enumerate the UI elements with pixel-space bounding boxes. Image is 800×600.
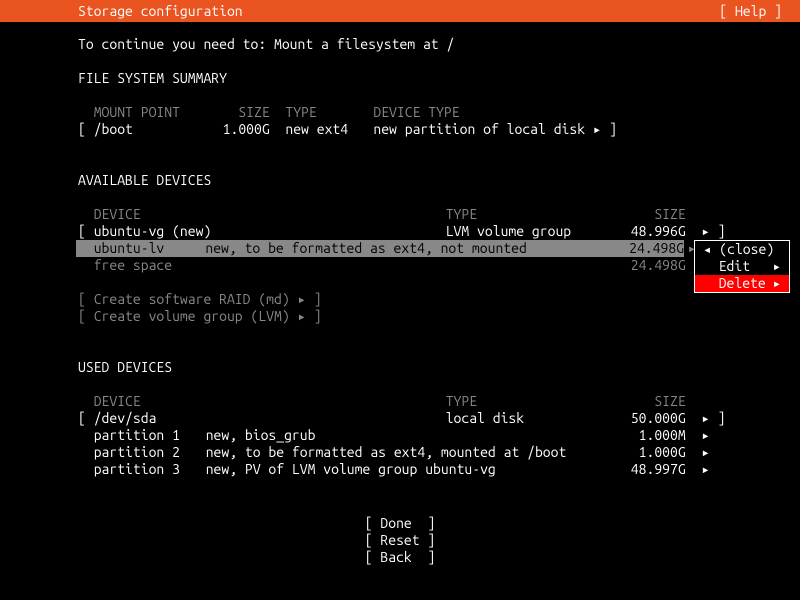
p2-name: partition 2 xyxy=(94,444,206,461)
p1-desc: new, bios_grub xyxy=(206,427,614,444)
context-menu: ◂ (close) Edit▸ Delete▸ xyxy=(694,240,790,293)
used-title: USED DEVICES xyxy=(78,359,800,376)
p3-size: 48.997G xyxy=(614,461,686,478)
partition1-row[interactable]: partition 1new, bios_grub1.000M ▸ xyxy=(78,427,800,444)
right-arrow-icon: ▸ xyxy=(298,308,306,325)
p1-size: 1.000M xyxy=(614,427,686,444)
available-headers: DEVICETYPESIZE xyxy=(78,206,800,223)
used-headers: DEVICETYPESIZE xyxy=(78,393,800,410)
menu-delete[interactable]: Delete▸ xyxy=(695,275,789,292)
p3-name: partition 3 xyxy=(94,461,206,478)
vg-name: ubuntu-vg (new) xyxy=(94,223,446,240)
fs-header-mount: MOUNT POINT xyxy=(94,104,206,121)
partition3-row[interactable]: partition 3new, PV of LVM volume group u… xyxy=(78,461,800,478)
main-content: To continue you need to: Mount a filesys… xyxy=(0,22,800,478)
vg-type: LVM volume group xyxy=(446,223,614,240)
avail-header-type: TYPE xyxy=(446,206,614,223)
disk-size: 50.000G xyxy=(614,410,686,427)
footer-buttons: [ Done ] [ Reset ] [ Back ] xyxy=(0,515,800,566)
help-button[interactable]: [ Help ] xyxy=(719,3,782,20)
page-title: Storage configuration xyxy=(78,3,243,20)
fs-summary-row[interactable]: [ /boot1.000G new ext4new partition of l… xyxy=(78,121,800,138)
vg-row[interactable]: [ ubuntu-vg (new)LVM volume group48.996G… xyxy=(78,223,800,240)
partition2-row[interactable]: partition 2new, to be formatted as ext4,… xyxy=(78,444,800,461)
fs-summary-title: FILE SYSTEM SUMMARY xyxy=(78,70,800,87)
used-header-size: SIZE xyxy=(614,393,686,410)
avail-header-size: SIZE xyxy=(614,206,686,223)
done-button[interactable]: [ Done ] xyxy=(0,515,800,532)
create-raid-label: Create software RAID (md) xyxy=(94,291,290,308)
disk-row[interactable]: [ /dev/sdalocal disk50.000G ▸ ] xyxy=(78,410,800,427)
fs-mount: /boot xyxy=(94,121,206,138)
lv-desc: new, to be formatted as ext4, not mounte… xyxy=(205,240,612,257)
lv-size: 24.498G xyxy=(612,240,684,257)
p1-name: partition 1 xyxy=(94,427,206,444)
right-arrow-icon: ▸ xyxy=(701,444,709,461)
fs-header-size: SIZE xyxy=(206,104,270,121)
disk-name: /dev/sda xyxy=(94,410,446,427)
right-arrow-icon: ▸ xyxy=(701,461,709,478)
right-arrow-icon: ▸ xyxy=(773,258,781,275)
fs-summary-headers: MOUNT POINTSIZE TYPEDEVICE TYPE xyxy=(78,104,800,121)
free-space-row: free space24.498G xyxy=(78,257,800,274)
avail-header-device: DEVICE xyxy=(94,206,446,223)
reset-button[interactable]: [ Reset ] xyxy=(0,532,800,549)
menu-close[interactable]: ◂ (close) xyxy=(695,241,789,258)
menu-edit[interactable]: Edit▸ xyxy=(695,258,789,275)
right-arrow-icon: ▸ xyxy=(701,223,709,240)
free-size: 24.498G xyxy=(614,257,686,274)
create-lvm-option[interactable]: [ Create volume group (LVM) ▸ ] xyxy=(78,308,800,325)
lv-name: ubuntu-lv xyxy=(94,240,206,257)
right-arrow-icon: ▸ xyxy=(701,427,709,444)
free-name: free space xyxy=(94,257,614,274)
fs-header-dtype: DEVICE TYPE xyxy=(373,104,459,121)
instruction-text: To continue you need to: Mount a filesys… xyxy=(78,36,800,53)
used-header-type: TYPE xyxy=(446,393,614,410)
create-raid-option[interactable]: [ Create software RAID (md) ▸ ] xyxy=(78,291,800,308)
disk-type: local disk xyxy=(446,410,614,427)
fs-size: 1.000G xyxy=(206,121,270,138)
lv-row-selected[interactable]: ubuntu-lvnew, to be formatted as ext4, n… xyxy=(76,240,684,257)
fs-dtype: new partition of local disk xyxy=(373,121,585,138)
used-header-device: DEVICE xyxy=(94,393,446,410)
p2-size: 1.000G xyxy=(614,444,686,461)
header-bar: Storage configuration [ Help ] xyxy=(0,0,800,22)
fs-type: new ext4 xyxy=(285,121,373,138)
fs-header-type: TYPE xyxy=(285,104,373,121)
available-title: AVAILABLE DEVICES xyxy=(78,172,800,189)
right-arrow-icon: ▸ xyxy=(593,121,601,138)
vg-size: 48.996G xyxy=(614,223,686,240)
right-arrow-icon: ▸ xyxy=(701,410,709,427)
right-arrow-icon: ▸ xyxy=(298,291,306,308)
p2-desc: new, to be formatted as ext4, mounted at… xyxy=(206,444,614,461)
create-lvm-label: Create volume group (LVM) xyxy=(94,308,290,325)
left-arrow-icon: ◂ xyxy=(703,241,711,257)
p3-desc: new, PV of LVM volume group ubuntu-vg xyxy=(206,461,614,478)
back-button[interactable]: [ Back ] xyxy=(0,549,800,566)
right-arrow-icon: ▸ xyxy=(773,275,781,292)
